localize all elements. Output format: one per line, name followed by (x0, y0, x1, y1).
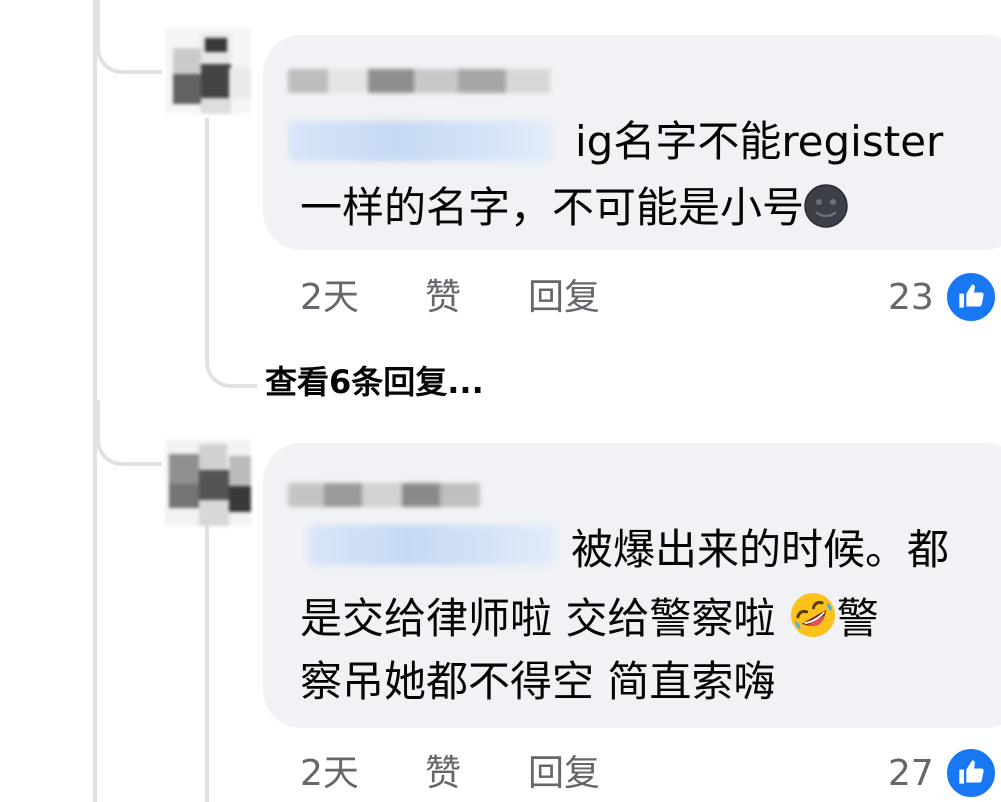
comment-text-line-3: 察吊她都不得空 简直索嗨 (300, 657, 776, 706)
comment-bubble[interactable]: ig名字不能register 一样的名字，不可能是小号 (263, 35, 1001, 250)
mention-tag[interactable] (308, 525, 556, 565)
avatar[interactable] (165, 440, 251, 526)
timestamp[interactable]: 2天 (300, 752, 359, 796)
author-name[interactable] (288, 483, 480, 507)
thread-line-inner-2 (205, 520, 209, 802)
avatar[interactable] (165, 28, 251, 114)
author-name[interactable] (288, 69, 550, 93)
rolling-on-floor-laughing-icon (789, 591, 837, 650)
reaction-count[interactable]: 23 (888, 276, 934, 320)
like-reaction-icon[interactable] (944, 270, 998, 324)
comment-text-line-1: 被爆出来的时候。都 (571, 525, 950, 574)
comment-text-line-2: 是交给律师啦 交给警察啦 警 (300, 591, 879, 650)
comment-thread: ig名字不能register 一样的名字，不可能是小号 2天 赞 回复 23 查… (0, 0, 1001, 802)
reply-button[interactable]: 回复 (528, 276, 600, 320)
reply-button[interactable]: 回复 (528, 752, 600, 796)
comment-text-line-1: ig名字不能register (575, 117, 944, 166)
comment-text-line-2: 一样的名字，不可能是小号 (300, 183, 848, 239)
reaction-count[interactable]: 27 (888, 752, 934, 796)
like-reaction-icon[interactable] (944, 746, 998, 800)
thread-elbow-replies (205, 340, 257, 388)
comment-actions: 2天 赞 回复 (300, 276, 720, 320)
timestamp[interactable]: 2天 (300, 276, 359, 320)
new-moon-face-icon (804, 184, 848, 239)
thread-elbow-1 (96, 0, 162, 74)
view-replies-link[interactable]: 查看6条回复... (265, 362, 484, 402)
mention-tag[interactable] (288, 121, 553, 161)
like-button[interactable]: 赞 (425, 752, 461, 796)
like-button[interactable]: 赞 (425, 276, 461, 320)
comment-bubble[interactable]: 被爆出来的时候。都 是交给律师啦 交给警察啦 警 察吊她都不得空 简直索嗨 (263, 443, 1001, 728)
comment-actions: 2天 赞 回复 (300, 752, 720, 796)
thread-line-inner-1 (205, 118, 209, 358)
thread-elbow-2 (96, 400, 162, 466)
